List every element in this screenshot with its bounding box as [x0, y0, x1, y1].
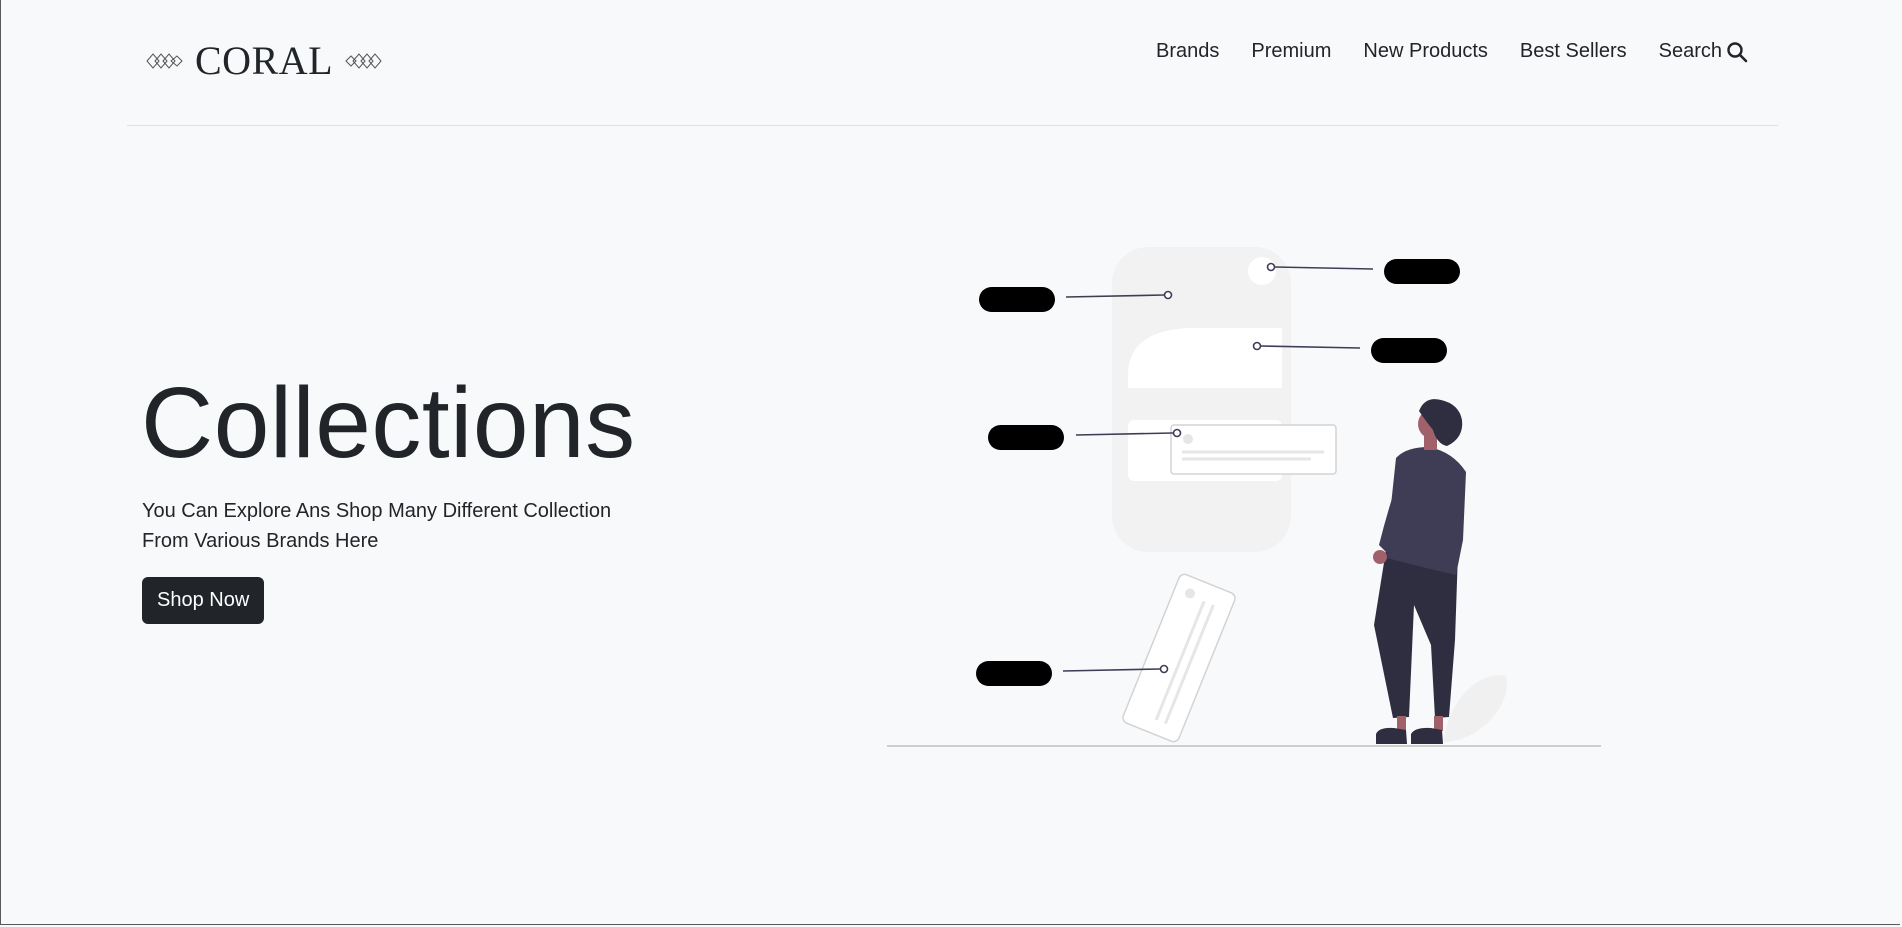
callout-pill: [1384, 259, 1460, 284]
hero-title: Collections: [141, 367, 636, 479]
search-link[interactable]: Search: [1659, 40, 1748, 63]
nav-link-brands[interactable]: Brands: [1156, 40, 1219, 63]
hero-subtitle-line-1: You Can Explore Ans Shop Many Different …: [142, 500, 612, 522]
site-header: CORAL Brands Premium New Products Best S…: [127, 0, 1778, 126]
brand-logo[interactable]: CORAL: [141, 36, 387, 86]
nav-link-new-products[interactable]: New Products: [1363, 40, 1488, 63]
brand-name: CORAL: [195, 38, 334, 83]
tilted-card: [1122, 573, 1236, 743]
floating-card: [1170, 424, 1337, 475]
panel-card-top: [1128, 328, 1282, 388]
callout-pill: [979, 287, 1055, 312]
search-label: Search: [1658, 40, 1722, 62]
device-panel: [1112, 247, 1291, 552]
floating-card-dot: [1183, 434, 1193, 444]
plant: [1443, 675, 1507, 742]
main-nav: Brands Premium New Products Best Sellers…: [1124, 40, 1748, 63]
diamond-ornament-icon: [146, 53, 183, 69]
page: CORAL Brands Premium New Products Best S…: [0, 0, 1900, 925]
nav-link-premium[interactable]: Premium: [1251, 40, 1331, 63]
nav-link-best-sellers[interactable]: Best Sellers: [1520, 40, 1627, 63]
callout-pill: [988, 425, 1064, 450]
callout-pill: [976, 661, 1052, 686]
search-icon: [1727, 41, 1748, 62]
hero-illustration: [887, 247, 1601, 747]
shop-now-button[interactable]: Shop Now: [142, 577, 265, 624]
hero-subtitle-line-2: From Various Brands Here: [142, 530, 379, 552]
person-figure: [1373, 399, 1466, 744]
hero-subtitle: You Can Explore Ans Shop Many Different …: [142, 496, 662, 556]
diamond-ornament-icon: [345, 53, 382, 69]
callout-pill: [1371, 338, 1447, 363]
